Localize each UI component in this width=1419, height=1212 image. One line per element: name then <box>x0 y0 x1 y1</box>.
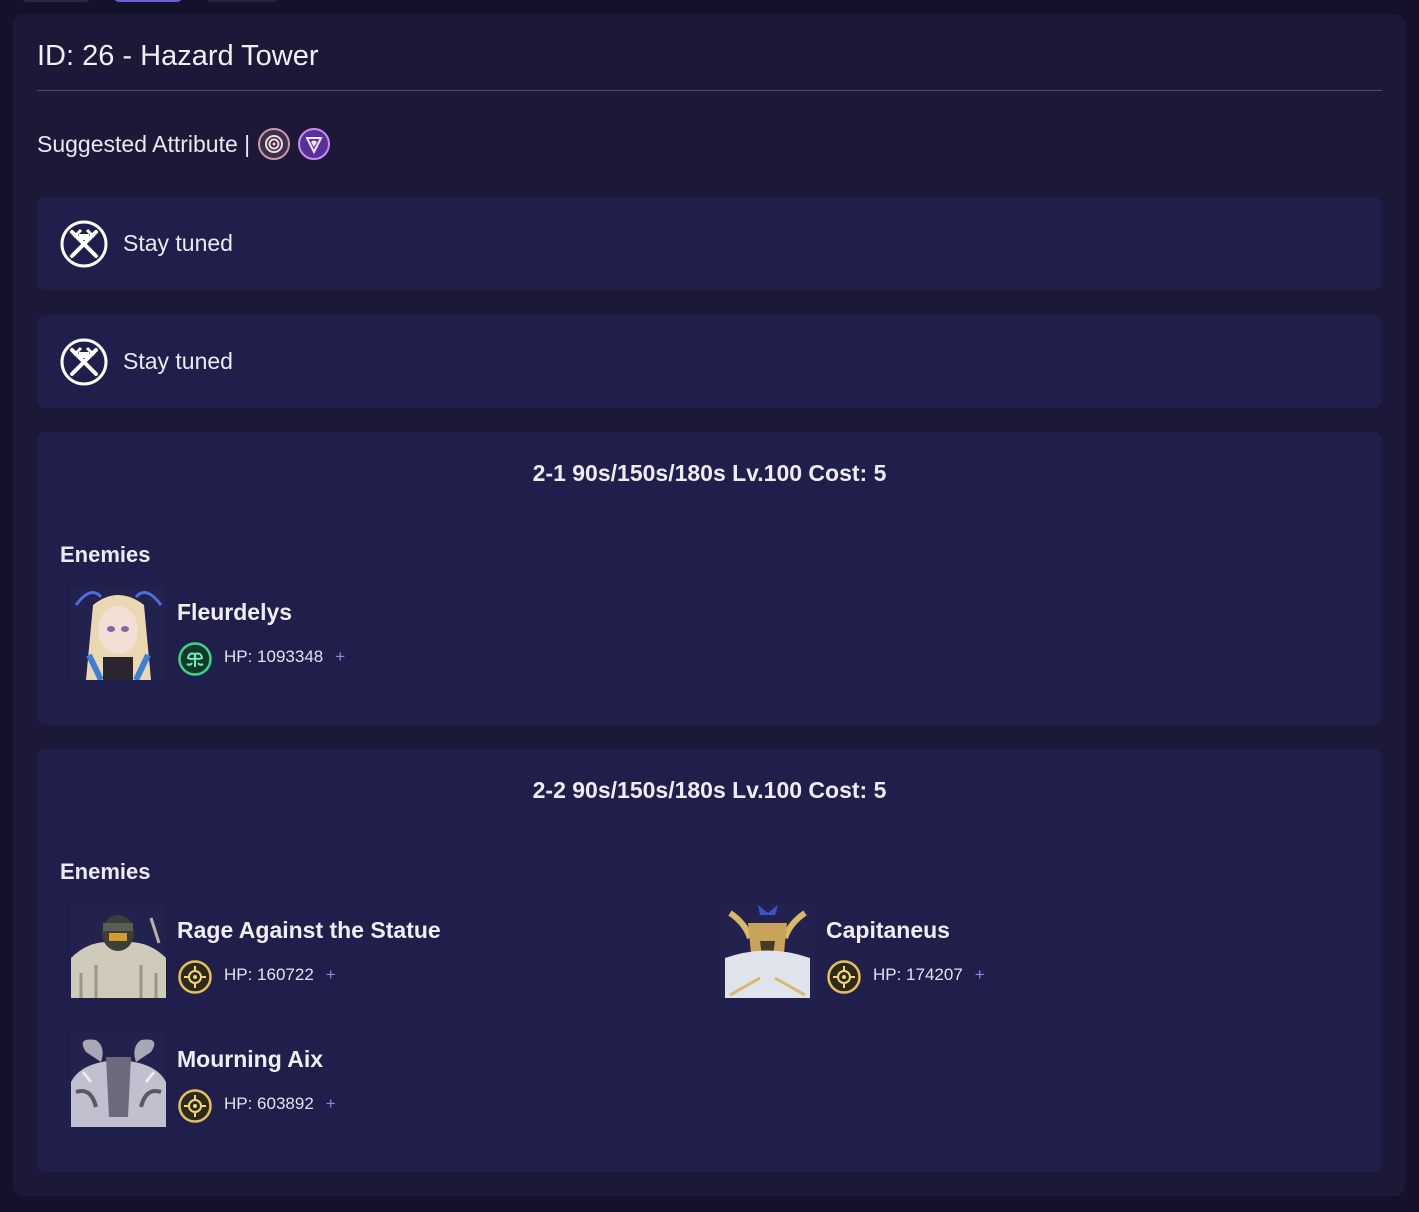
tab-2-active[interactable] <box>112 0 184 2</box>
enemy-portrait-mourning-aix <box>71 1032 166 1127</box>
light-icon <box>827 960 861 994</box>
hp-value: HP: 603892 <box>224 1094 314 1113</box>
suggested-attribute-label: Suggested Attribute | <box>37 130 251 157</box>
nature-icon <box>178 642 212 676</box>
enemy-hp: HP: 174207 + <box>873 965 985 985</box>
expand-button[interactable]: + <box>975 965 985 984</box>
stay-tuned-panel: Stay tuned <box>37 197 1382 290</box>
enemy-entry[interactable]: Rage Against the Statue HP: 160722 + <box>60 903 660 1001</box>
enemies-heading: Enemies <box>60 542 151 567</box>
enemy-hp: HP: 1093348 + <box>224 647 345 667</box>
expand-button[interactable]: + <box>326 965 336 984</box>
enemy-portrait-capitaneus <box>720 903 815 998</box>
enemy-portrait-rage-against-the-statue <box>71 903 166 998</box>
enemy-portrait-fleurdelys <box>71 585 166 680</box>
enemy-entry[interactable]: Mourning Aix HP: 603892 + <box>60 1032 660 1130</box>
crossed-swords-icon <box>60 338 108 385</box>
scythe-attribute-icon <box>298 128 331 160</box>
stage-card: ID: 26 - Hazard Tower Suggested Attribut… <box>13 14 1405 1196</box>
tab-3[interactable] <box>204 0 280 2</box>
enemy-hp: HP: 160722 + <box>224 965 336 985</box>
light-icon <box>178 960 212 994</box>
stage-panel-2-2: 2-2 90s/150s/180s Lv.100 Cost: 5 Enemies… <box>37 749 1382 1172</box>
enemy-name: Rage Against the Statue <box>177 917 441 943</box>
stay-tuned-text: Stay tuned <box>123 348 233 374</box>
suggested-attribute-row: Suggested Attribute | <box>37 126 331 162</box>
enemy-name: Mourning Aix <box>177 1046 324 1072</box>
enemies-heading: Enemies <box>60 859 151 884</box>
expand-button[interactable]: + <box>326 1094 336 1113</box>
enemy-name: Fleurdelys <box>177 599 293 625</box>
hp-value: HP: 160722 <box>224 965 314 984</box>
divider <box>37 90 1382 91</box>
stage-panel-2-1: 2-1 90s/150s/180s Lv.100 Cost: 5 Enemies… <box>37 432 1382 725</box>
ring-attribute-icon <box>258 128 291 160</box>
hp-value: HP: 1093348 <box>224 647 324 666</box>
enemy-hp: HP: 603892 + <box>224 1094 336 1114</box>
crossed-swords-icon <box>60 220 108 267</box>
enemy-name: Capitaneus <box>826 917 950 943</box>
stay-tuned-panel: Stay tuned <box>37 315 1382 408</box>
tab-1[interactable] <box>20 0 92 2</box>
stage-title: 2-2 90s/150s/180s Lv.100 Cost: 5 <box>532 777 887 803</box>
expand-button[interactable]: + <box>335 647 345 666</box>
enemy-entry[interactable]: Capitaneus HP: 174207 + <box>709 903 1309 1001</box>
hp-value: HP: 174207 <box>873 965 963 984</box>
enemy-entry[interactable]: Fleurdelys HP: 1093348 + <box>60 585 660 683</box>
stay-tuned-text: Stay tuned <box>123 230 233 256</box>
light-icon <box>178 1089 212 1123</box>
page-title: ID: 26 - Hazard Tower <box>37 40 319 72</box>
stage-title: 2-1 90s/150s/180s Lv.100 Cost: 5 <box>532 460 887 486</box>
